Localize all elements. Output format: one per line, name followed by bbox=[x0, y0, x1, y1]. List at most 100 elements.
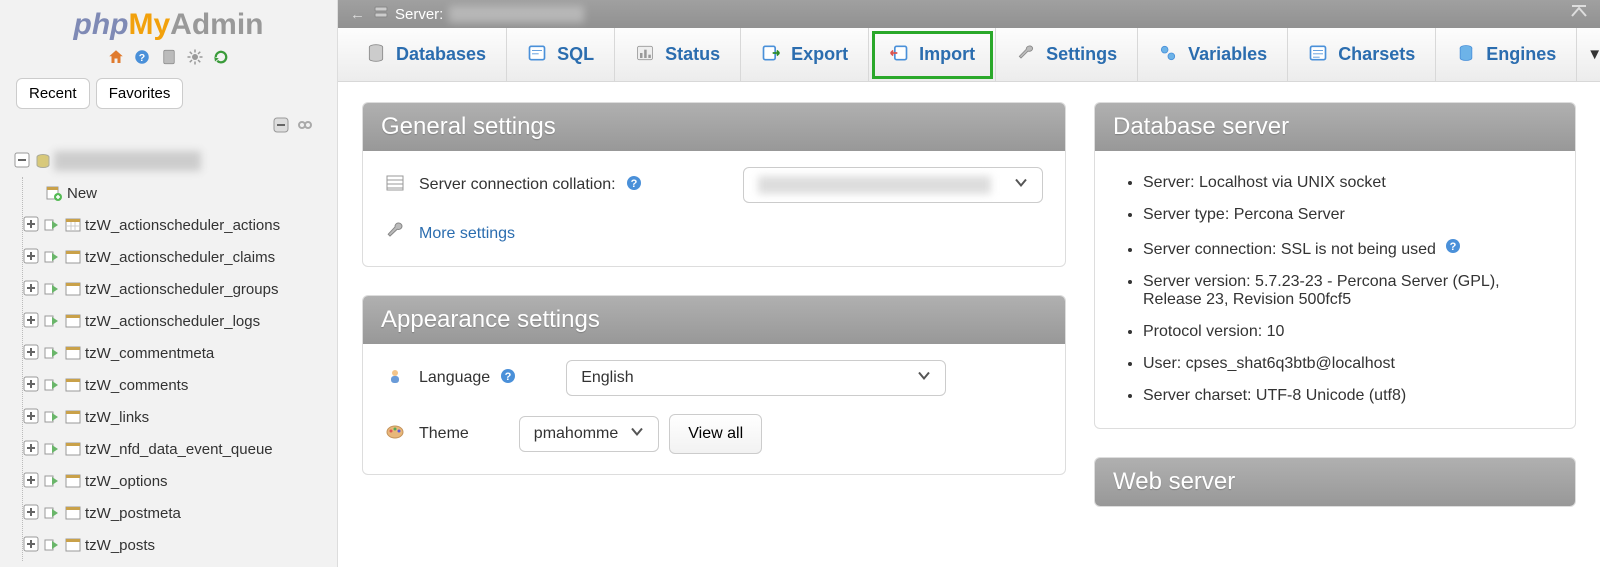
list-item: Server: Localhost via UNIX socket bbox=[1143, 167, 1553, 199]
tree-table-item[interactable]: tzW_actionscheduler_logs bbox=[23, 305, 337, 337]
list-item: Server charset: UTF-8 Unicode (utf8) bbox=[1143, 380, 1553, 412]
link-icon[interactable] bbox=[297, 120, 313, 136]
browse-icon[interactable] bbox=[41, 216, 63, 234]
tree-table-label: tzW_actionscheduler_groups bbox=[83, 281, 278, 298]
docs-icon[interactable] bbox=[160, 48, 178, 66]
plus-toggle-icon[interactable] bbox=[23, 344, 41, 362]
help-icon[interactable]: ? bbox=[626, 175, 642, 196]
language-select[interactable]: English bbox=[566, 360, 946, 396]
tree-new-item[interactable]: New bbox=[23, 177, 337, 209]
tree-table-item[interactable]: tzW_posts bbox=[23, 529, 337, 561]
tree-table-item[interactable]: tzW_actionscheduler_claims bbox=[23, 241, 337, 273]
reload-icon[interactable] bbox=[212, 48, 230, 66]
plus-toggle-icon[interactable] bbox=[23, 376, 41, 394]
tree-table-item[interactable]: tzW_actionscheduler_actions bbox=[23, 209, 337, 241]
breadcrumb-bar: ← Server: ███████ bbox=[338, 0, 1600, 28]
recent-favorites-bar: Recent Favorites bbox=[0, 74, 337, 113]
plus-toggle-icon[interactable] bbox=[23, 248, 41, 266]
content: General settings Server connection colla… bbox=[338, 82, 1600, 567]
tab-databases[interactable]: Databases bbox=[346, 28, 507, 82]
tree-table-item[interactable]: tzW_options bbox=[23, 465, 337, 497]
collation-select[interactable]: ██████████ bbox=[743, 167, 1043, 203]
browse-icon[interactable] bbox=[41, 440, 63, 458]
tab-variables[interactable]: Variables bbox=[1138, 28, 1288, 82]
svg-text:?: ? bbox=[505, 371, 512, 383]
tree-table-item[interactable]: tzW_commentmeta bbox=[23, 337, 337, 369]
browse-icon[interactable] bbox=[41, 312, 63, 330]
server-icon bbox=[373, 4, 389, 24]
svg-text:?: ? bbox=[630, 178, 637, 190]
view-all-button[interactable]: View all bbox=[669, 414, 762, 454]
tab-sql[interactable]: SQL bbox=[507, 28, 615, 82]
theme-label: Theme bbox=[419, 425, 469, 443]
tab-label: Export bbox=[791, 44, 848, 65]
collation-icon bbox=[385, 173, 409, 198]
settings-gear-icon[interactable] bbox=[186, 48, 204, 66]
language-label: Language bbox=[419, 369, 490, 387]
help-icon[interactable]: ? bbox=[1445, 241, 1461, 258]
tab-settings[interactable]: Settings bbox=[996, 28, 1138, 82]
table-icon bbox=[63, 344, 83, 362]
list-item: Server version: 5.7.23-23 - Percona Serv… bbox=[1143, 266, 1553, 316]
tab-more[interactable]: ▼ M bbox=[1577, 28, 1600, 82]
browse-icon[interactable] bbox=[41, 248, 63, 266]
collation-label: Server connection collation: bbox=[419, 176, 616, 194]
tab-status[interactable]: Status bbox=[615, 28, 741, 82]
browse-icon[interactable] bbox=[41, 504, 63, 522]
tree-table-label: tzW_posts bbox=[83, 537, 155, 554]
table-icon bbox=[63, 440, 83, 458]
table-icon bbox=[63, 376, 83, 394]
tab-engines[interactable]: Engines bbox=[1436, 28, 1577, 82]
home-icon[interactable] bbox=[107, 48, 125, 66]
browse-icon[interactable] bbox=[41, 376, 63, 394]
plus-toggle-icon[interactable] bbox=[23, 440, 41, 458]
tree-table-item[interactable]: tzW_actionscheduler_groups bbox=[23, 273, 337, 305]
plus-toggle-icon[interactable] bbox=[23, 536, 41, 554]
new-table-icon bbox=[43, 184, 65, 202]
browse-icon[interactable] bbox=[41, 344, 63, 362]
plus-toggle-icon[interactable] bbox=[23, 280, 41, 298]
tab-import[interactable]: Import bbox=[869, 28, 996, 82]
panel-collapse-icon[interactable] bbox=[1570, 4, 1588, 22]
favorites-button[interactable]: Favorites bbox=[96, 78, 184, 109]
minus-toggle-icon[interactable] bbox=[14, 152, 32, 170]
phpmyadmin-logo[interactable]: phpMyAdmin bbox=[0, 0, 337, 46]
tree-table-item[interactable]: tzW_comments bbox=[23, 369, 337, 401]
plus-toggle-icon[interactable] bbox=[23, 408, 41, 426]
table-icon bbox=[63, 216, 83, 234]
collapse-all-icon[interactable] bbox=[273, 120, 289, 136]
panel-title: Web server bbox=[1095, 458, 1575, 506]
browse-icon[interactable] bbox=[41, 408, 63, 426]
plus-toggle-icon[interactable] bbox=[23, 312, 41, 330]
tree-table-label: tzW_comments bbox=[83, 377, 188, 394]
tree-table-item[interactable]: tzW_links bbox=[23, 401, 337, 433]
theme-select[interactable]: pmahomme bbox=[519, 416, 659, 452]
language-value: English bbox=[581, 369, 633, 387]
browse-icon[interactable] bbox=[41, 280, 63, 298]
tab-label: Charsets bbox=[1338, 44, 1415, 65]
table-icon bbox=[63, 408, 83, 426]
browse-icon[interactable] bbox=[41, 472, 63, 490]
server-name[interactable]: ███████ bbox=[449, 6, 583, 23]
tab-charsets[interactable]: Charsets bbox=[1288, 28, 1436, 82]
more-settings-link[interactable]: More settings bbox=[419, 225, 515, 243]
plus-toggle-icon[interactable] bbox=[23, 504, 41, 522]
tree-root[interactable]: ████████████ bbox=[14, 145, 337, 177]
plus-toggle-icon[interactable] bbox=[23, 472, 41, 490]
sidebar: phpMyAdmin ? Recent Favorites ██████████… bbox=[0, 0, 338, 567]
browse-icon[interactable] bbox=[41, 536, 63, 554]
server-icon bbox=[32, 152, 54, 170]
svg-text:?: ? bbox=[1449, 241, 1456, 253]
tab-export[interactable]: Export bbox=[741, 28, 869, 82]
table-icon bbox=[63, 536, 83, 554]
collapse-handle-icon[interactable]: ← bbox=[350, 6, 365, 23]
engines-icon bbox=[1456, 43, 1476, 67]
collation-value: ██████████ bbox=[758, 176, 991, 194]
tree-table-item[interactable]: tzW_nfd_data_event_queue bbox=[23, 433, 337, 465]
recent-button[interactable]: Recent bbox=[16, 78, 90, 109]
plus-toggle-icon[interactable] bbox=[23, 216, 41, 234]
help-icon[interactable]: ? bbox=[500, 368, 516, 389]
tree-table-item[interactable]: tzW_postmeta bbox=[23, 497, 337, 529]
list-item: User: cpses_shat6q3btb@localhost bbox=[1143, 348, 1553, 380]
logout-icon[interactable]: ? bbox=[133, 48, 151, 66]
